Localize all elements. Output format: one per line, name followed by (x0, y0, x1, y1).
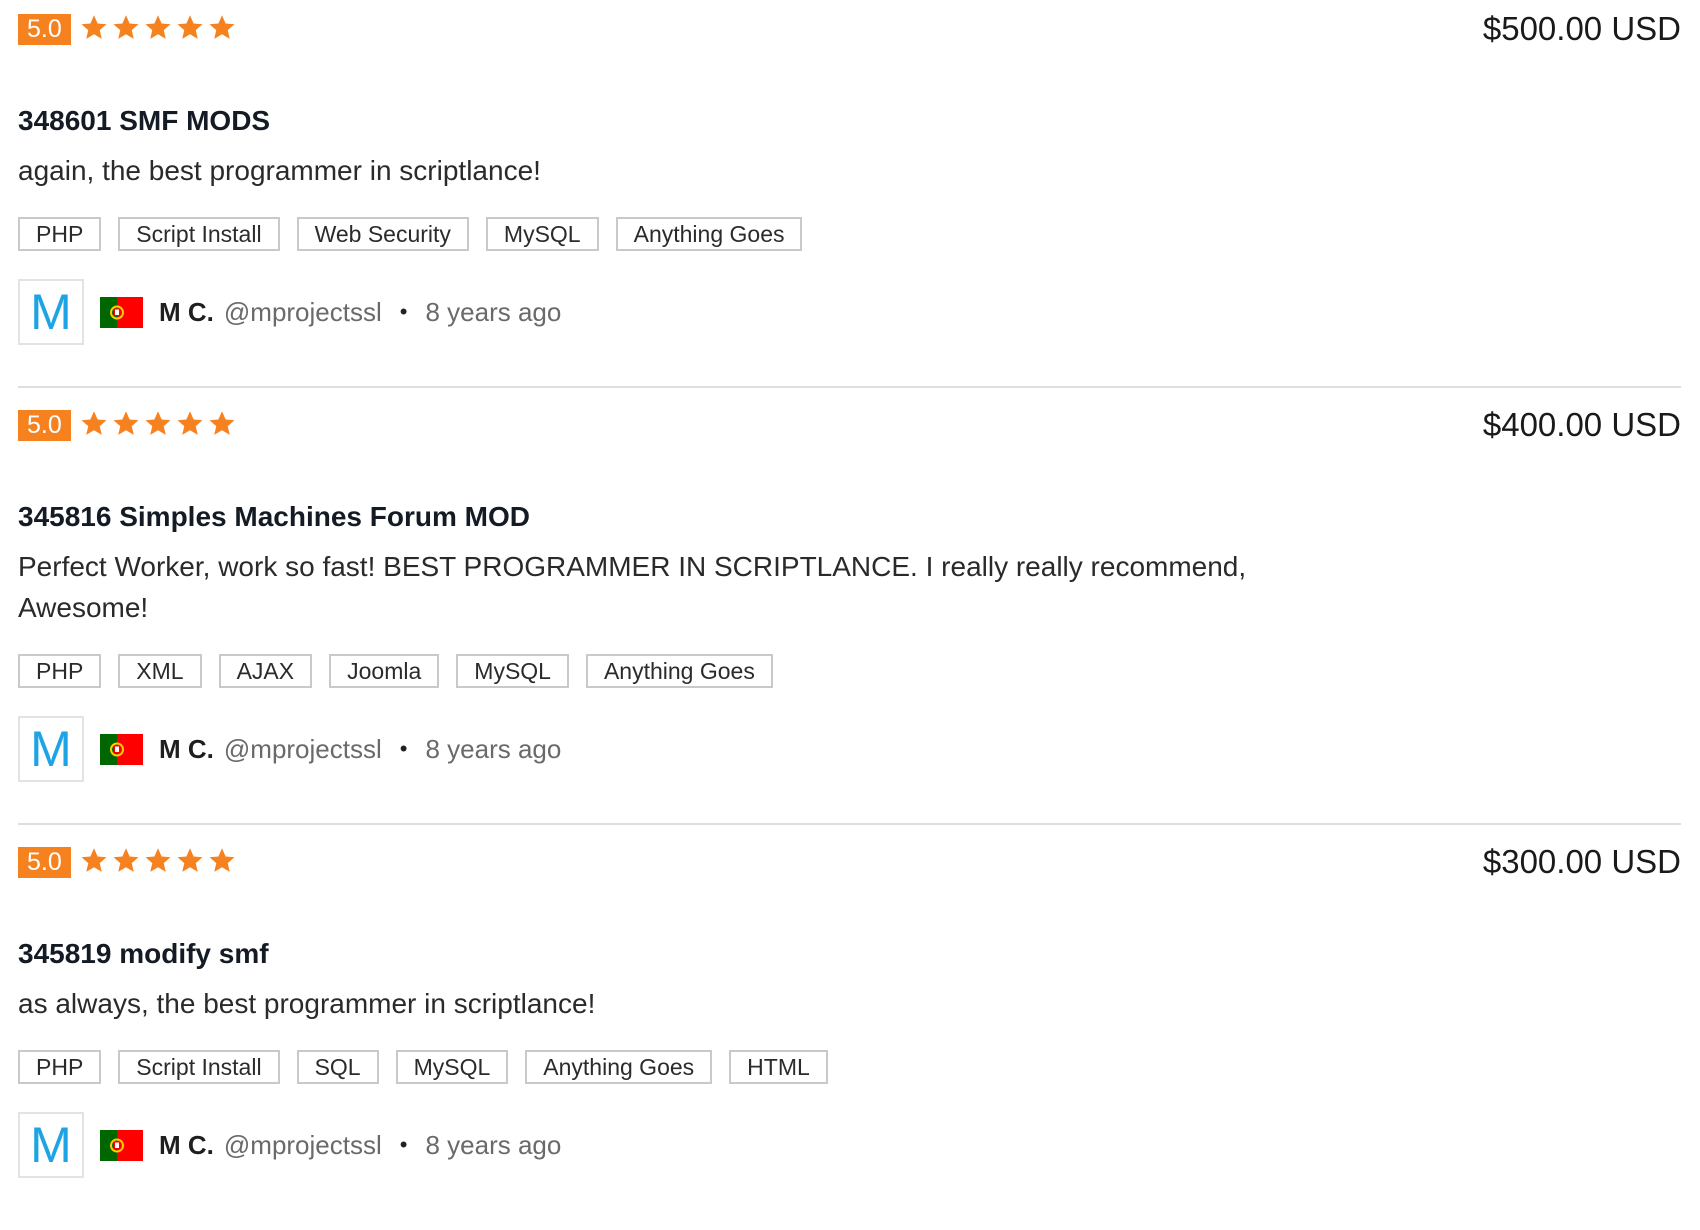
skill-tag[interactable]: Anything Goes (615, 217, 803, 251)
rating: 5.0 (18, 846, 239, 878)
star-icon (111, 13, 143, 45)
skill-tags: PHP Script Install SQL MySQL Anything Goes HT… (18, 1050, 1681, 1084)
skill-tag[interactable]: PHP (18, 654, 102, 688)
star-icon (143, 13, 175, 45)
separator-dot: • (399, 736, 408, 761)
skill-tag[interactable]: AJAX (218, 654, 313, 688)
review-time: 8 years ago (425, 1129, 562, 1160)
star-icon (207, 13, 239, 45)
avatar[interactable]: M (18, 1112, 84, 1178)
skill-tags: PHP XML AJAX Joomla MySQL Anything Goes (18, 654, 1681, 688)
reviewer: M M C. @mprojectssl • 8 years ago (18, 279, 1681, 345)
reviewer-username[interactable]: @mprojectssl (224, 1130, 382, 1161)
star-icon (79, 846, 111, 878)
star-icon (207, 846, 239, 878)
skill-tag[interactable]: Script Install (118, 217, 280, 251)
reviewer-username[interactable]: @mprojectssl (224, 734, 382, 765)
star-icon (79, 409, 111, 441)
reviewer: M M C. @mprojectssl • 8 years ago (18, 716, 1681, 782)
rating-badge: 5.0 (18, 409, 71, 441)
skill-tags: PHP Script Install Web Security MySQL Anythi… (18, 217, 1681, 251)
star-rating (79, 13, 239, 45)
review-comment: Perfect Worker, work so fast! BEST PROGR… (18, 551, 1247, 623)
review-comment: as always, the best programmer in script… (18, 988, 596, 1019)
reviewer-name[interactable]: M C. (159, 297, 214, 328)
review-header: 5.0 $400.00 USD (18, 408, 1681, 442)
skill-tag[interactable]: PHP (18, 217, 102, 251)
skill-tag[interactable]: MySQL (456, 654, 569, 688)
reviewer-name[interactable]: M C. (159, 1130, 214, 1161)
skill-tag[interactable]: MySQL (485, 217, 599, 251)
star-icon (175, 846, 207, 878)
rating: 5.0 (18, 409, 239, 441)
skill-tag[interactable]: Anything Goes (585, 654, 773, 688)
skill-tag[interactable]: Script Install (118, 1050, 280, 1084)
review-comment: again, the best programmer in scriptlanc… (18, 155, 541, 186)
review-card: 5.0 $400.00 USD 345816 Simples Machines … (18, 408, 1681, 825)
rating-badge: 5.0 (18, 846, 71, 878)
price: $400.00 USD (1482, 406, 1681, 443)
skill-tag[interactable]: Anything Goes (525, 1050, 713, 1084)
star-icon (207, 409, 239, 441)
portugal-flag-icon (100, 296, 143, 328)
project-title: 345816 Simples Machines Forum MOD (18, 501, 530, 532)
star-rating (79, 846, 239, 878)
star-icon (111, 409, 143, 441)
portugal-flag-icon (100, 1129, 143, 1161)
reviewer: M M C. @mprojectssl • 8 years ago (18, 1112, 1681, 1178)
skill-tag[interactable]: HTML (729, 1050, 828, 1084)
rating-badge: 5.0 (18, 13, 71, 45)
reviews-list: 5.0 $500.00 USD 348601 SMF MODS again, t… (18, 12, 1681, 1178)
price: $300.00 USD (1482, 843, 1681, 880)
skill-tag[interactable]: MySQL (395, 1050, 509, 1084)
star-icon (175, 409, 207, 441)
reviewer-name[interactable]: M C. (159, 734, 214, 765)
review-time: 8 years ago (425, 296, 562, 327)
skill-tag[interactable]: XML (118, 654, 202, 688)
reviewer-username[interactable]: @mprojectssl (224, 297, 382, 328)
star-icon (79, 13, 111, 45)
star-icon (111, 846, 143, 878)
review-time: 8 years ago (425, 733, 562, 764)
rating: 5.0 (18, 13, 239, 45)
project-title: 345819 modify smf (18, 938, 269, 969)
separator-dot: • (399, 1132, 408, 1157)
separator-dot: • (399, 299, 408, 324)
avatar[interactable]: M (18, 279, 84, 345)
review-header: 5.0 $300.00 USD (18, 845, 1681, 879)
skill-tag[interactable]: Joomla (329, 654, 440, 688)
star-icon (143, 409, 175, 441)
project-title: 348601 SMF MODS (18, 105, 271, 136)
portugal-flag-icon (100, 733, 143, 765)
review-header: 5.0 $500.00 USD (18, 12, 1681, 46)
skill-tag[interactable]: Web Security (296, 217, 469, 251)
star-icon (143, 846, 175, 878)
skill-tag[interactable]: PHP (18, 1050, 102, 1084)
star-icon (175, 13, 207, 45)
star-rating (79, 409, 239, 441)
skill-tag[interactable]: SQL (296, 1050, 379, 1084)
price: $500.00 USD (1482, 10, 1681, 47)
review-card: 5.0 $300.00 USD 345819 modify smf as alw… (18, 845, 1681, 1178)
review-card: 5.0 $500.00 USD 348601 SMF MODS again, t… (18, 12, 1681, 388)
avatar[interactable]: M (18, 716, 84, 782)
